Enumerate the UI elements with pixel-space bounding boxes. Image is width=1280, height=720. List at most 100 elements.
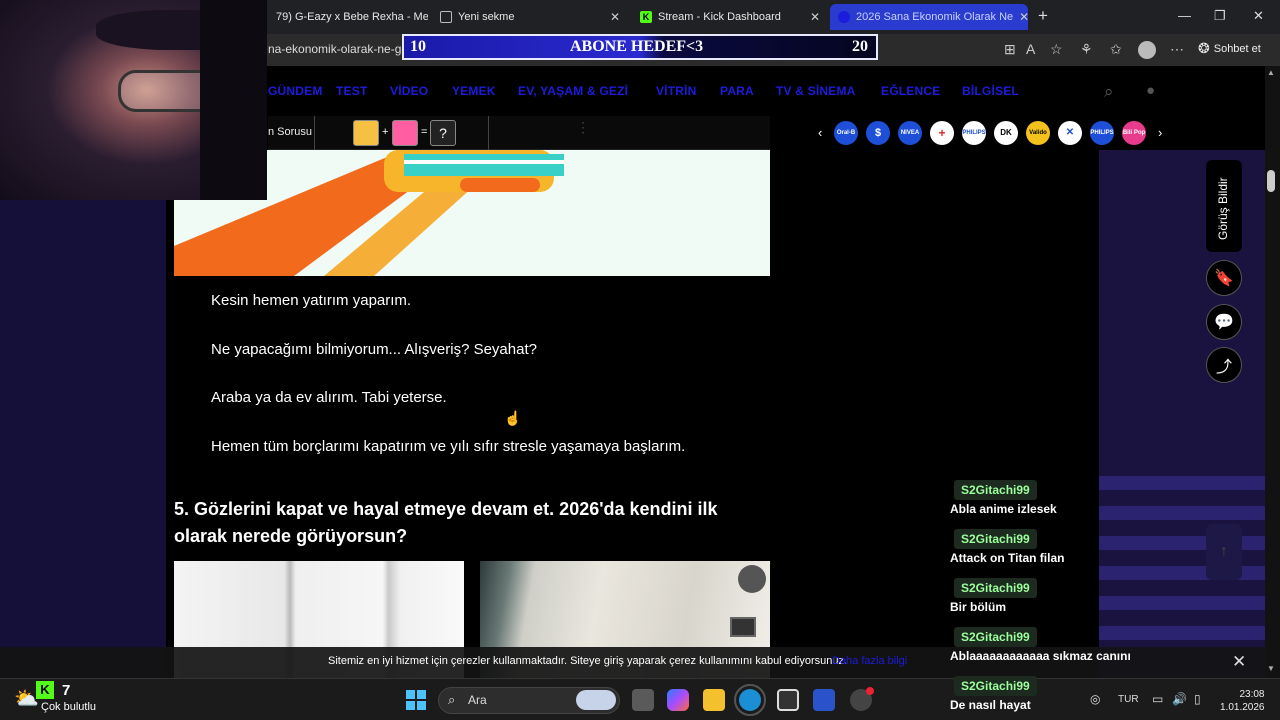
comments-button[interactable]: 💬 <box>1206 304 1242 340</box>
tab-active-article[interactable]: 2026 Sana Ekonomik Olarak Ne ✕ <box>830 4 1028 30</box>
brand-strip: Oral-B $ NIVEA + PHILIPS DK Valido ✕ PHI… <box>834 121 1146 145</box>
edge-browser-icon[interactable] <box>734 684 766 716</box>
brand-logo[interactable]: Bili Pop <box>1122 121 1146 145</box>
read-aloud-icon[interactable]: A <box>1026 41 1035 57</box>
tab-label: Stream - Kick Dashboard <box>658 11 781 23</box>
webcam-feed <box>0 0 267 200</box>
copilot-chat-button[interactable]: ❂ Sohbet et <box>1198 40 1261 57</box>
chat-username: S2Gitachi99 <box>954 529 1037 549</box>
subnav-item[interactable]: n Sorusu <box>268 126 312 138</box>
nav-para[interactable]: PARA <box>720 84 754 98</box>
scroll-down-icon[interactable]: ▼ <box>1267 664 1275 673</box>
profile-avatar[interactable] <box>1138 41 1156 59</box>
feedback-tab[interactable]: Görüş Bildir <box>1206 160 1242 252</box>
close-icon[interactable]: ✕ <box>1019 10 1028 24</box>
scroll-up-icon[interactable]: ▲ <box>1267 68 1275 77</box>
answer-option[interactable]: Araba ya da ev alırım. Tabi yeterse. <box>211 389 447 406</box>
scrollbar-thumb[interactable] <box>1267 170 1275 192</box>
quiz-dress-icon <box>392 120 418 146</box>
clock[interactable]: 23:08 1.01.2026 <box>1220 688 1265 714</box>
brand-logo[interactable]: DK <box>994 121 1018 145</box>
clock-date: 1.01.2026 <box>1220 702 1265 713</box>
app-icon[interactable] <box>813 689 835 711</box>
new-tab-button[interactable]: + <box>1038 6 1048 26</box>
brand-logo[interactable]: Oral-B <box>834 121 858 145</box>
tab-label: 2026 Sana Ekonomik Olarak Ne <box>856 11 1014 23</box>
maximize-icon[interactable]: ❐ <box>1214 8 1226 24</box>
feedback-label: Görüş Bildir <box>1216 177 1230 240</box>
quiz-question-box[interactable]: ? <box>430 120 456 146</box>
nav-test[interactable]: TEST <box>336 84 367 98</box>
volume-icon[interactable]: 🔊 <box>1172 692 1187 706</box>
answer-option[interactable]: Ne yapacağımı bilmiyorum... Alışveriş? S… <box>211 341 537 358</box>
nav-tv-sinema[interactable]: TV & SİNEMA <box>776 84 856 98</box>
close-icon[interactable]: ✕ <box>810 10 820 24</box>
brand-logo[interactable]: NIVEA <box>898 121 922 145</box>
chat-message: Bir bölüm <box>950 600 1006 614</box>
nav-bilgisel[interactable]: BİLGİSEL <box>962 84 1019 98</box>
more-menu-icon[interactable]: ⋯ <box>1170 41 1184 58</box>
nav-vitrin[interactable]: VİTRİN <box>656 84 697 98</box>
share-button[interactable]: ⤴ <box>1206 347 1242 383</box>
nav-yemek[interactable]: YEMEK <box>452 84 496 98</box>
nav-gundem[interactable]: GÜNDEM <box>268 84 323 98</box>
app-icon[interactable]: ⊞ <box>1004 41 1016 58</box>
extensions-icon[interactable]: ⚘ <box>1080 41 1093 58</box>
sub-nav <box>268 116 770 150</box>
file-explorer-icon[interactable] <box>703 689 725 711</box>
start-button[interactable] <box>406 690 426 710</box>
quiz-plus: + <box>382 126 389 138</box>
brand-logo[interactable]: Valido <box>1026 121 1050 145</box>
brand-logo[interactable]: PHILIPS <box>962 121 986 145</box>
copilot-icon[interactable] <box>667 689 689 711</box>
language-indicator[interactable]: TUR <box>1118 694 1139 705</box>
chat-message: De nasıl hayat <box>950 698 1031 712</box>
answer-option[interactable]: Kesin hemen yatırım yaparım. <box>211 292 411 309</box>
tab-new[interactable]: Yeni sekme ✕ <box>432 4 628 30</box>
brand-logo[interactable]: $ <box>866 121 890 145</box>
nav-eglence[interactable]: EĞLENCE <box>881 84 940 98</box>
scroll-to-top-button[interactable]: ↑ <box>1206 524 1242 580</box>
brand-logo[interactable]: ✕ <box>1058 121 1082 145</box>
favorites-icon[interactable]: ✩ <box>1110 41 1122 58</box>
close-icon[interactable]: ✕ <box>1232 652 1246 672</box>
answer-option[interactable]: Hemen tüm borçlarımı kapatırım ve yılı s… <box>211 438 685 455</box>
tab-music[interactable]: 79) G-Eazy x Bebe Rexha - Me, M ✕ <box>268 4 428 30</box>
close-icon[interactable]: ✕ <box>610 10 620 24</box>
bookmark-button[interactable]: 🔖 <box>1206 260 1242 296</box>
user-icon[interactable]: ● <box>1146 82 1155 99</box>
favorite-star-icon[interactable]: ☆ <box>1050 41 1063 58</box>
comment-icon: 💬 <box>1214 314 1234 331</box>
kick-logo-icon: K <box>36 681 54 699</box>
page-scrollbar[interactable] <box>1265 66 1280 678</box>
goal-title: ABONE HEDEF<3 <box>570 38 704 55</box>
panel-band <box>1099 596 1265 610</box>
tab-kick-dashboard[interactable]: K Stream - Kick Dashboard ✕ <box>632 4 828 30</box>
chat-message: Ablaaaaaaaaaaaa sıkmaz canını <box>950 649 1131 663</box>
battery-icon[interactable]: ▯ <box>1194 692 1201 706</box>
task-view-icon[interactable] <box>632 689 654 711</box>
wifi-icon[interactable]: ▭ <box>1152 692 1163 706</box>
network-icon[interactable]: ◎ <box>1090 692 1100 706</box>
screen: 79) G-Eazy x Bebe Rexha - Me, M ✕ Yeni s… <box>0 0 1280 720</box>
goal-current: 10 <box>410 38 426 55</box>
search-icon[interactable]: ⌕ <box>1104 82 1114 102</box>
select-radio-icon[interactable] <box>738 565 766 593</box>
nav-video[interactable]: VİDEO <box>390 84 428 98</box>
chat-message: Attack on Titan filan <box>950 551 1065 565</box>
nav-ev-yasam-gezi[interactable]: EV, YAŞAM & GEZİ <box>518 84 628 98</box>
copilot-chat-label: Sohbet et <box>1213 42 1261 55</box>
minimize-icon[interactable]: — <box>1178 8 1191 23</box>
window-close-icon[interactable]: ✕ <box>1253 8 1264 24</box>
brand-logo[interactable]: + <box>930 121 954 145</box>
mouse-cursor-icon: ☝ <box>504 410 522 426</box>
more-vertical-icon[interactable]: ⋮ <box>576 120 590 134</box>
cookie-more-link[interactable]: Daha fazla bilgi <box>832 655 907 667</box>
store-icon[interactable] <box>777 689 799 711</box>
search-icon: ⌕ <box>448 692 456 707</box>
headphones <box>200 0 267 200</box>
url-text[interactable]: na-ekonomik-olarak-ne-ge <box>268 42 408 56</box>
chevron-left-icon[interactable]: ‹ <box>818 125 822 140</box>
chevron-right-icon[interactable]: › <box>1158 125 1162 140</box>
brand-logo[interactable]: PHILIPS <box>1090 121 1114 145</box>
